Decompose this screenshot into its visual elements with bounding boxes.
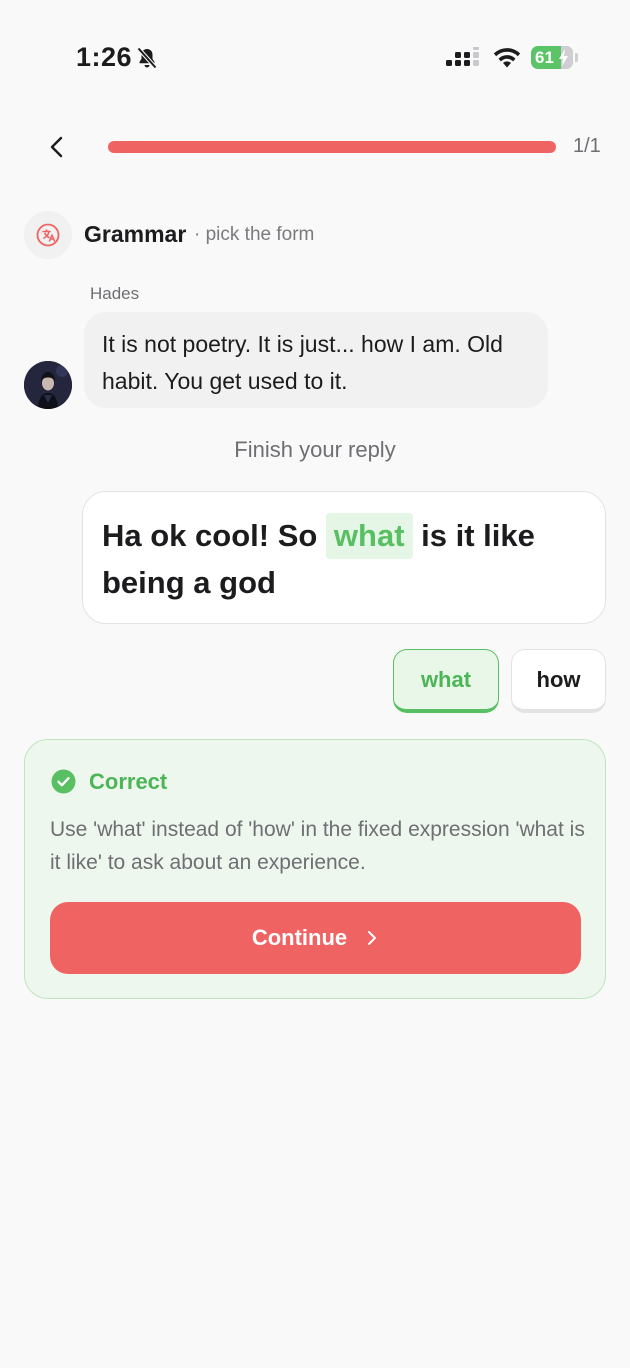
check-circle-icon [51, 769, 76, 794]
feedback-title: Correct [89, 769, 168, 794]
signal-icon [446, 47, 479, 66]
continue-button[interactable]: Continue [50, 902, 581, 974]
exercise-subtitle: · pick the form [194, 224, 315, 245]
feedback-panel: Correct Use 'what' instead of 'how' in t… [24, 739, 606, 999]
exercise-title: Grammar [84, 221, 187, 247]
battery-icon: 61 [531, 46, 579, 69]
instruction-text: Finish your reply [234, 437, 396, 462]
status-bar: 1:26 61 [0, 0, 630, 110]
message-bubble: It is not poetry. It is just... how I am… [84, 312, 548, 408]
bell-slash-icon [137, 47, 157, 69]
avatar [24, 361, 72, 409]
message-sender: Hades [90, 284, 140, 303]
wifi-icon [493, 48, 521, 68]
progress-bar [108, 141, 556, 153]
back-button[interactable] [40, 130, 74, 164]
battery-cap [575, 53, 578, 62]
option-what-button[interactable]: what [393, 649, 499, 713]
continue-label: Continue [251, 925, 348, 950]
reply-blank-filled: what [325, 513, 413, 559]
back-chevron-icon [50, 136, 63, 158]
translate-icon [36, 223, 60, 247]
battery-percent: 61 [535, 48, 554, 67]
option-how-button[interactable]: how [511, 649, 606, 713]
chevron-right-icon [368, 931, 377, 945]
exercise-type-badge [24, 211, 72, 259]
progress-count: 1/1 [573, 135, 601, 157]
progress-fill [108, 141, 556, 153]
reply-text-before: Ha ok cool! So [102, 518, 326, 553]
avatar-image [24, 361, 72, 409]
reply-card: Ha ok cool! So what is it like being a g… [82, 491, 606, 624]
status-time: 1:26 [76, 42, 133, 72]
charging-bolt-icon [559, 49, 568, 66]
feedback-explanation: Use 'what' instead of 'how' in the fixed… [50, 818, 585, 874]
